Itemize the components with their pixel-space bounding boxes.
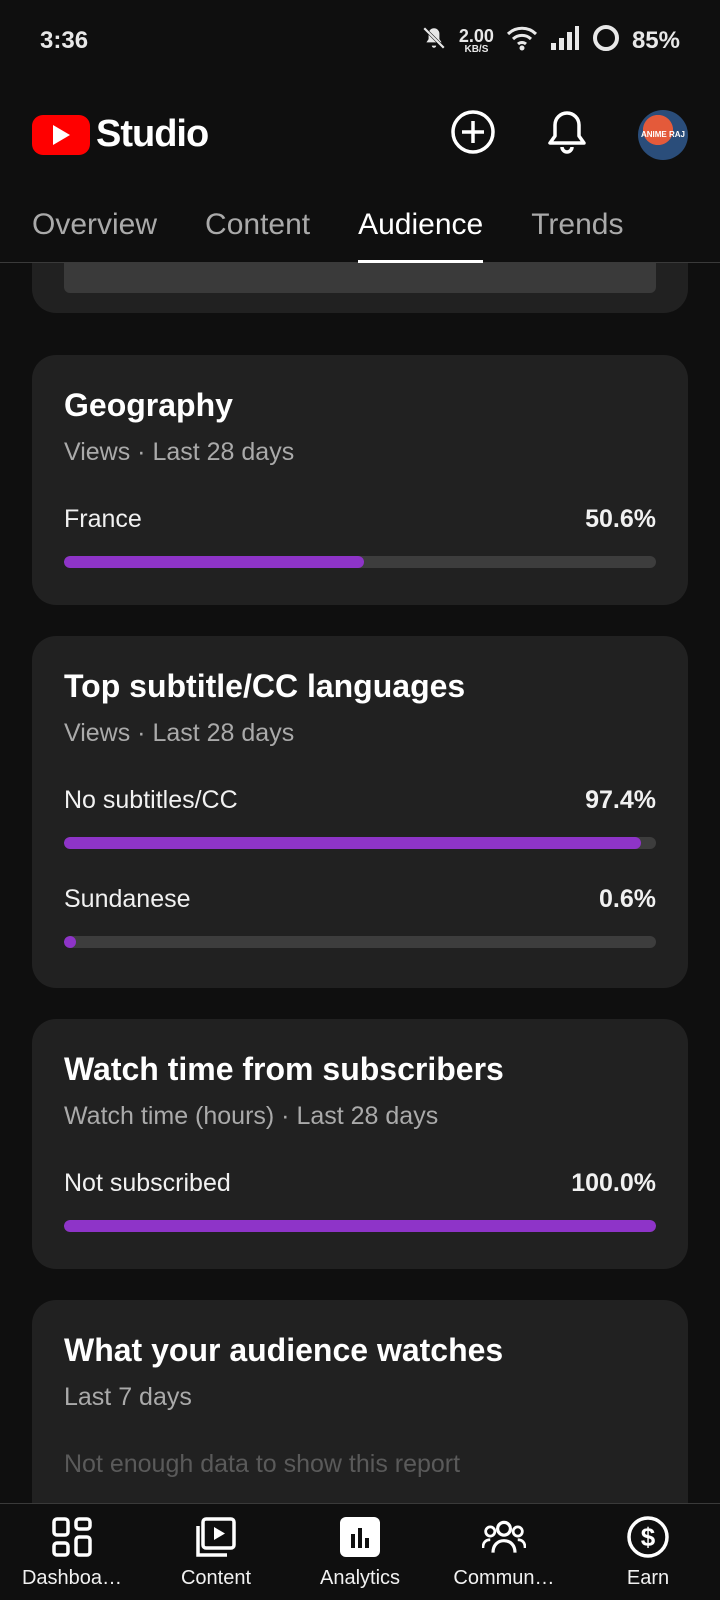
bottom-navigation: Dashboa… Content Analytics Commun… $ Ear… (0, 1503, 720, 1600)
avatar[interactable]: ANIME RAJ (638, 109, 688, 160)
mute-icon (421, 25, 447, 58)
create-button[interactable] (450, 109, 496, 160)
community-icon (482, 1515, 526, 1559)
nav-label: Content (180, 1566, 252, 1589)
nav-content[interactable]: Content (144, 1504, 288, 1600)
net-speed: 2.00 KB/S (458, 26, 494, 55)
nav-earn[interactable]: $ Earn (576, 1504, 720, 1600)
dashboard-icon (50, 1515, 94, 1559)
status-icons: 2.00 KB/S 85% (421, 24, 680, 59)
nav-label: Earn (626, 1566, 670, 1589)
previous-card (32, 263, 688, 313)
progress-fill (64, 1220, 656, 1232)
card-title: Geography (64, 387, 233, 423)
net-speed-unit: KB/S (464, 43, 489, 55)
nav-dashboard[interactable]: Dashboa… (0, 1504, 144, 1600)
status-bar: 3:36 2.00 KB/S 85% (0, 0, 720, 82)
card-title: What your audience watches (64, 1332, 504, 1368)
analytics-tabs: Overview Content Audience Trends (0, 187, 720, 264)
list-item: No subtitles/CC 97.4% (64, 786, 656, 849)
progress-bar (64, 837, 656, 849)
audience-watches-card[interactable]: What your audience watches Last 7 days N… (32, 1300, 688, 1503)
previous-card-placeholder (64, 263, 656, 293)
list-item: Not subscribed 100.0% (64, 1169, 656, 1232)
progress-bar (64, 556, 656, 568)
card-subtitle: Views · Last 28 days (64, 719, 295, 747)
row-percent: 50.6% (585, 505, 656, 533)
card-title: Top subtitle/CC languages (64, 668, 466, 704)
subtitle-languages-card[interactable]: Top subtitle/CC languages Views · Last 2… (32, 636, 688, 988)
bell-icon (546, 109, 588, 160)
progress-fill (64, 837, 641, 849)
tab-trends[interactable]: Trends (531, 187, 623, 263)
notifications-button[interactable] (544, 109, 590, 160)
list-item: Sundanese 0.6% (64, 885, 656, 948)
tab-content[interactable]: Content (205, 187, 310, 263)
content-icon (194, 1515, 238, 1559)
battery-icon (592, 24, 620, 59)
earn-icon: $ (626, 1515, 670, 1559)
row-percent: 0.6% (599, 885, 656, 913)
youtube-play-icon (32, 114, 90, 155)
list-item: France 50.6% (64, 505, 656, 568)
tab-audience[interactable]: Audience (358, 187, 484, 264)
geography-card[interactable]: Geography Views · Last 28 days France 50… (32, 355, 688, 605)
row-percent: 100.0% (571, 1169, 656, 1197)
progress-fill (64, 936, 76, 948)
wifi-icon (506, 25, 538, 58)
nav-analytics[interactable]: Analytics (288, 1504, 432, 1600)
card-subtitle: Watch time (hours) · Last 28 days (64, 1102, 439, 1130)
nav-label: Dashboa… (21, 1566, 123, 1589)
row-label: France (64, 505, 142, 533)
svg-text:$: $ (641, 1522, 656, 1552)
signal-icon (550, 25, 580, 58)
empty-state-note: Not enough data to show this report (64, 1450, 461, 1478)
content-scroll[interactable]: Geography Views · Last 28 days France 50… (0, 263, 720, 1503)
nav-label: Commun… (453, 1566, 555, 1589)
app-bar: Studio ANIME RAJ (0, 82, 720, 187)
card-title: Watch time from subscribers (64, 1051, 504, 1087)
net-speed-value: 2.00 (458, 26, 494, 47)
status-time: 3:36 (40, 27, 89, 54)
logo-text: Studio (96, 113, 209, 155)
nav-label: Analytics (319, 1566, 401, 1589)
row-percent: 97.4% (585, 786, 656, 814)
subscriber-watch-time-card[interactable]: Watch time from subscribers Watch time (… (32, 1019, 688, 1269)
nav-community[interactable]: Commun… (432, 1504, 576, 1600)
card-subtitle: Last 7 days (64, 1383, 192, 1411)
row-label: Not subscribed (64, 1169, 231, 1197)
row-label: No subtitles/CC (64, 786, 238, 814)
battery-level: 85% (631, 27, 680, 54)
row-label: Sundanese (64, 885, 191, 913)
add-circle-icon (450, 109, 496, 160)
progress-bar (64, 1220, 656, 1232)
studio-logo[interactable]: Studio (32, 113, 209, 156)
card-subtitle: Views · Last 28 days (64, 438, 295, 466)
avatar-text: ANIME RAJ (640, 129, 685, 139)
progress-fill (64, 556, 364, 568)
tab-overview[interactable]: Overview (32, 187, 157, 263)
analytics-icon (338, 1515, 382, 1559)
progress-bar (64, 936, 656, 948)
